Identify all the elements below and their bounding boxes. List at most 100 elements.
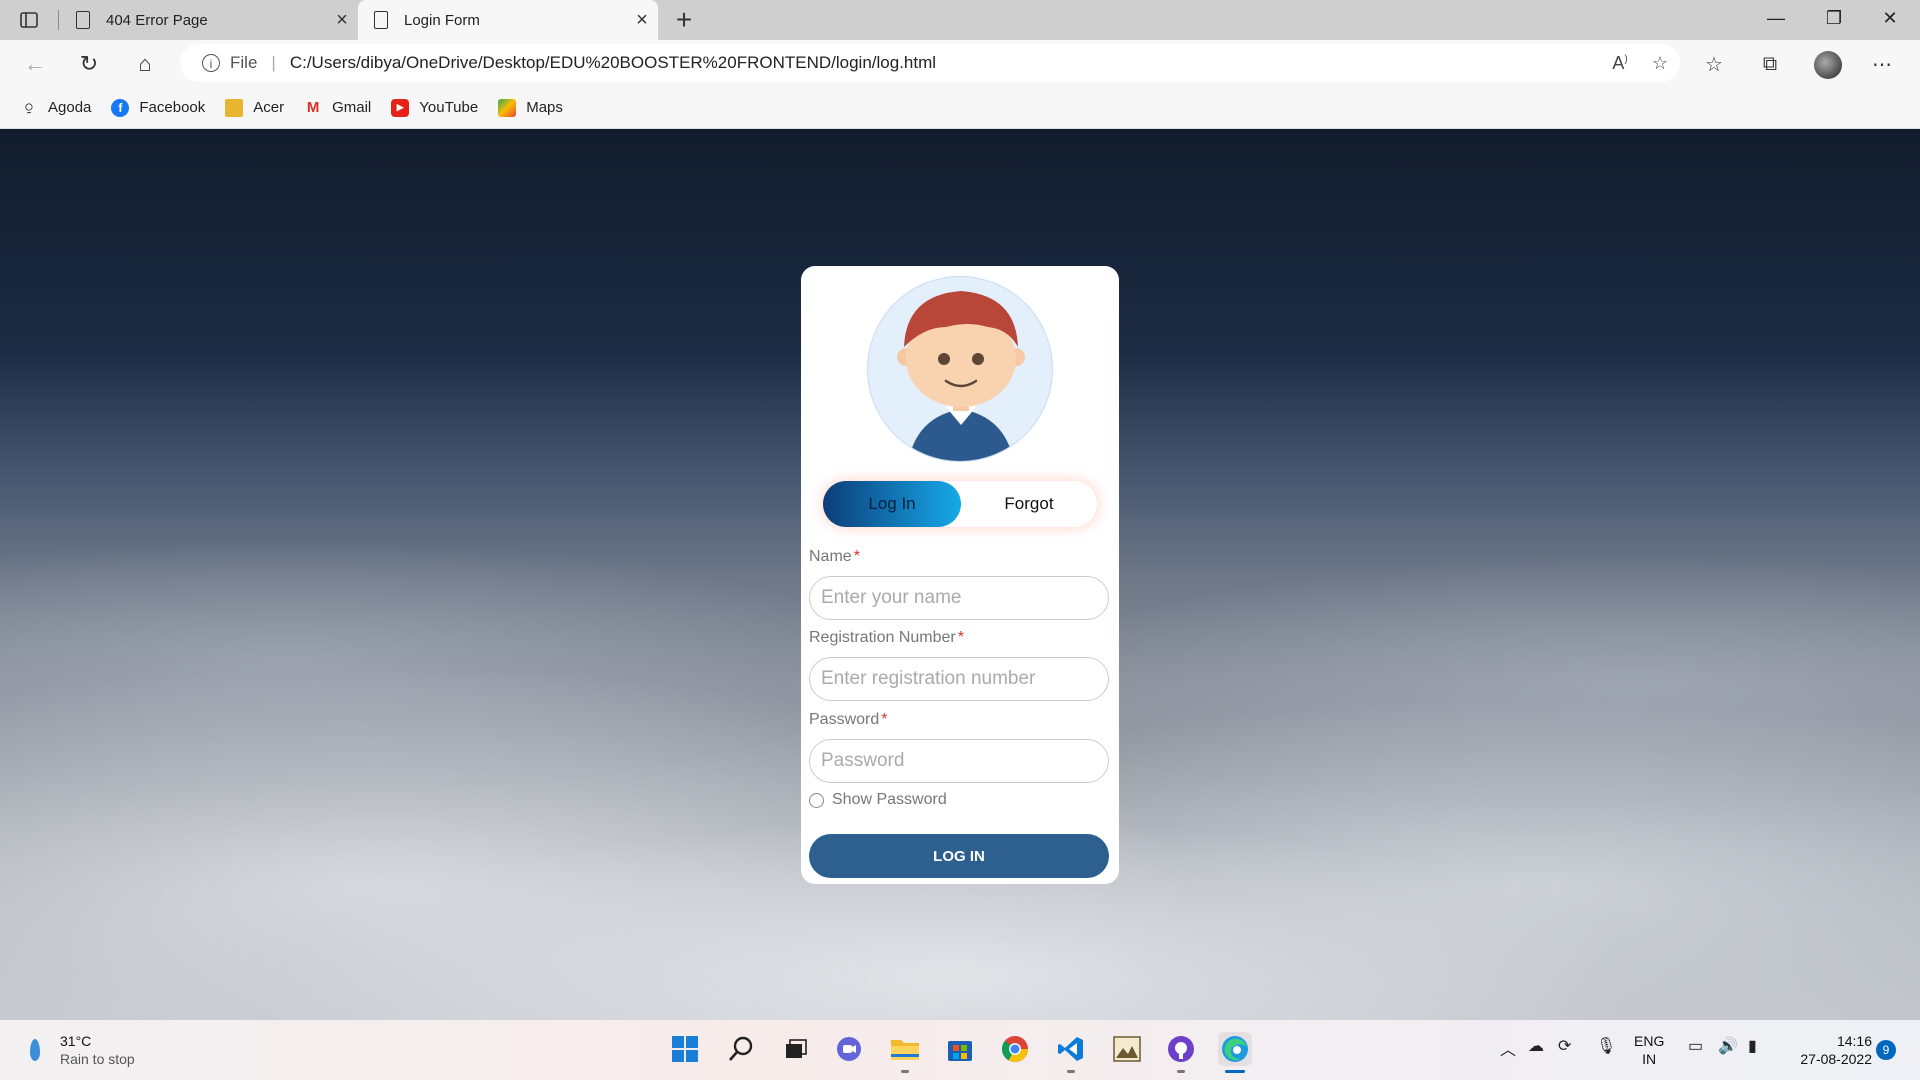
log-in-button[interactable]: LOG IN — [809, 834, 1109, 878]
tab-strip: 404 Error Page × Login Form × + — ❐ ✕ — [0, 0, 1920, 40]
name-label-text: Name — [809, 548, 852, 565]
running-indicator — [1067, 1070, 1075, 1073]
running-indicator — [901, 1070, 909, 1073]
search-icon[interactable] — [724, 1032, 758, 1066]
rain-icon — [30, 1039, 40, 1061]
name-input[interactable] — [809, 576, 1109, 620]
bookmark-label: Acer — [253, 99, 285, 116]
tab-login-form[interactable]: Login Form × — [358, 0, 658, 40]
favorites-icon[interactable]: ☆ — [1694, 47, 1734, 81]
store-icon[interactable] — [943, 1032, 977, 1066]
tab-title: 404 Error Page — [106, 11, 208, 29]
language-code: ENG — [1634, 1033, 1665, 1049]
bookmark-label: YouTube — [419, 99, 479, 116]
task-view-icon[interactable] — [778, 1032, 812, 1066]
weather-widget[interactable]: 31°C Rain to stop — [30, 1032, 135, 1068]
required-marker: * — [957, 629, 964, 646]
running-indicator — [1177, 1070, 1185, 1073]
minimize-button[interactable]: — — [1756, 8, 1796, 29]
registration-label-text: Registration Number — [809, 629, 956, 646]
folder-icon — [225, 98, 244, 117]
login-forgot-toggle: Log In Forgot — [823, 481, 1097, 527]
network-icon[interactable]: ▭ — [1688, 1036, 1703, 1056]
info-icon[interactable]: i — [202, 54, 220, 72]
bookmark-gmail[interactable]: M Gmail — [304, 99, 371, 117]
bookmark-label: Maps — [526, 99, 563, 116]
chrome-icon[interactable] — [998, 1032, 1032, 1066]
bookmark-maps[interactable]: Maps — [498, 98, 563, 117]
chat-icon[interactable] — [832, 1032, 866, 1066]
show-password-checkbox[interactable]: Show Password — [809, 791, 947, 809]
file-explorer-icon[interactable] — [888, 1032, 922, 1073]
back-button[interactable]: ← — [18, 47, 52, 81]
sync-icon[interactable]: ⟳ — [1558, 1036, 1571, 1056]
weather-temp: 31°C — [60, 1033, 92, 1049]
taskbar: 31°C Rain to stop ︿ ☁ ⟳ 🎙 ENG IN ▭ 🔊 ▮ 1… — [0, 1020, 1920, 1080]
weather-status: Rain to stop — [60, 1051, 135, 1067]
required-marker: * — [853, 548, 860, 565]
password-label-text: Password — [809, 711, 880, 728]
address-bar[interactable]: i File | C:/Users/dibya/OneDrive/Desktop… — [180, 44, 1680, 82]
collections-icon[interactable]: ⧉ — [1750, 47, 1790, 81]
new-tab-button[interactable]: + — [668, 4, 700, 36]
battery-icon[interactable]: ▮ — [1748, 1036, 1757, 1056]
onedrive-icon[interactable]: ☁ — [1528, 1036, 1544, 1056]
agoda-icon: ⍜ — [25, 100, 33, 114]
bookmarks-bar: ⍜ Agoda f Facebook Acer M Gmail ▶ YouTub… — [0, 87, 1920, 129]
login-card: Log In Forgot Name* Registration Number*… — [801, 266, 1119, 884]
tab-log-in[interactable]: Log In — [823, 481, 961, 527]
show-hidden-icons[interactable]: ︿ — [1500, 1036, 1516, 1060]
page-background: Log In Forgot Name* Registration Number*… — [0, 129, 1920, 1020]
vscode-icon[interactable] — [1054, 1032, 1088, 1073]
tab-404-error-page[interactable]: 404 Error Page × — [60, 0, 358, 40]
profile-avatar[interactable] — [1814, 51, 1842, 79]
bookmark-facebook[interactable]: f Facebook — [111, 98, 206, 117]
maps-icon — [498, 98, 517, 117]
restore-button[interactable]: ❐ — [1814, 8, 1854, 29]
name-label: Name * — [809, 548, 860, 566]
volume-icon[interactable]: 🔊 — [1718, 1036, 1738, 1056]
bookmark-acer[interactable]: Acer — [225, 98, 285, 117]
notification-badge[interactable]: 9 — [1876, 1040, 1896, 1060]
region-code: IN — [1642, 1051, 1657, 1067]
bookmark-label: Facebook — [139, 99, 206, 116]
tab-title: Login Form — [404, 11, 480, 29]
edge-icon[interactable] — [1218, 1032, 1252, 1073]
close-window-button[interactable]: ✕ — [1870, 8, 1910, 29]
bookmark-youtube[interactable]: ▶ YouTube — [391, 98, 479, 117]
github-icon[interactable] — [1164, 1032, 1198, 1073]
add-favorite-icon[interactable]: ☆ — [1640, 53, 1680, 74]
address-url[interactable]: C:/Users/dibya/OneDrive/Desktop/EDU%20BO… — [290, 53, 1600, 73]
tab-forgot[interactable]: Forgot — [961, 481, 1097, 527]
address-divider: | — [271, 53, 276, 72]
registration-number-label: Registration Number * — [809, 629, 964, 647]
browser-toolbar: ← ↻ ⌂ i File | C:/Users/dibya/OneDrive/D… — [0, 40, 1920, 87]
start-icon[interactable] — [668, 1032, 702, 1066]
checkbox-circle[interactable] — [809, 792, 824, 808]
required-marker: * — [881, 711, 888, 728]
image-viewer-icon[interactable] — [1110, 1032, 1144, 1066]
facebook-icon: f — [111, 98, 130, 117]
password-input[interactable] — [809, 739, 1109, 783]
registration-number-input[interactable] — [809, 657, 1109, 701]
page-icon — [76, 11, 90, 29]
address-scheme: File — [230, 53, 258, 72]
clock[interactable]: 14:16 27-08-2022 — [1780, 1032, 1872, 1068]
read-aloud-icon[interactable]: A) — [1600, 53, 1640, 74]
bookmark-label: Gmail — [332, 99, 372, 116]
youtube-icon: ▶ — [391, 98, 410, 117]
home-button[interactable]: ⌂ — [128, 47, 162, 81]
language-indicator[interactable]: ENG IN — [1634, 1032, 1664, 1068]
microphone-icon[interactable]: 🎙 — [1596, 1036, 1616, 1056]
clock-date: 27-08-2022 — [1800, 1051, 1872, 1067]
bookmark-agoda[interactable]: ⍜ Agoda — [20, 99, 91, 117]
close-tab-icon[interactable]: × — [626, 9, 658, 32]
gmail-icon: M — [306, 99, 320, 116]
password-label: Password * — [809, 711, 887, 729]
close-tab-icon[interactable]: × — [326, 9, 358, 32]
tab-actions-icon[interactable] — [18, 9, 40, 31]
user-avatar — [867, 276, 1053, 462]
cartoon-boy-icon — [897, 291, 1025, 461]
more-menu-icon[interactable]: ⋯ — [1862, 47, 1902, 81]
refresh-button[interactable]: ↻ — [72, 47, 106, 81]
